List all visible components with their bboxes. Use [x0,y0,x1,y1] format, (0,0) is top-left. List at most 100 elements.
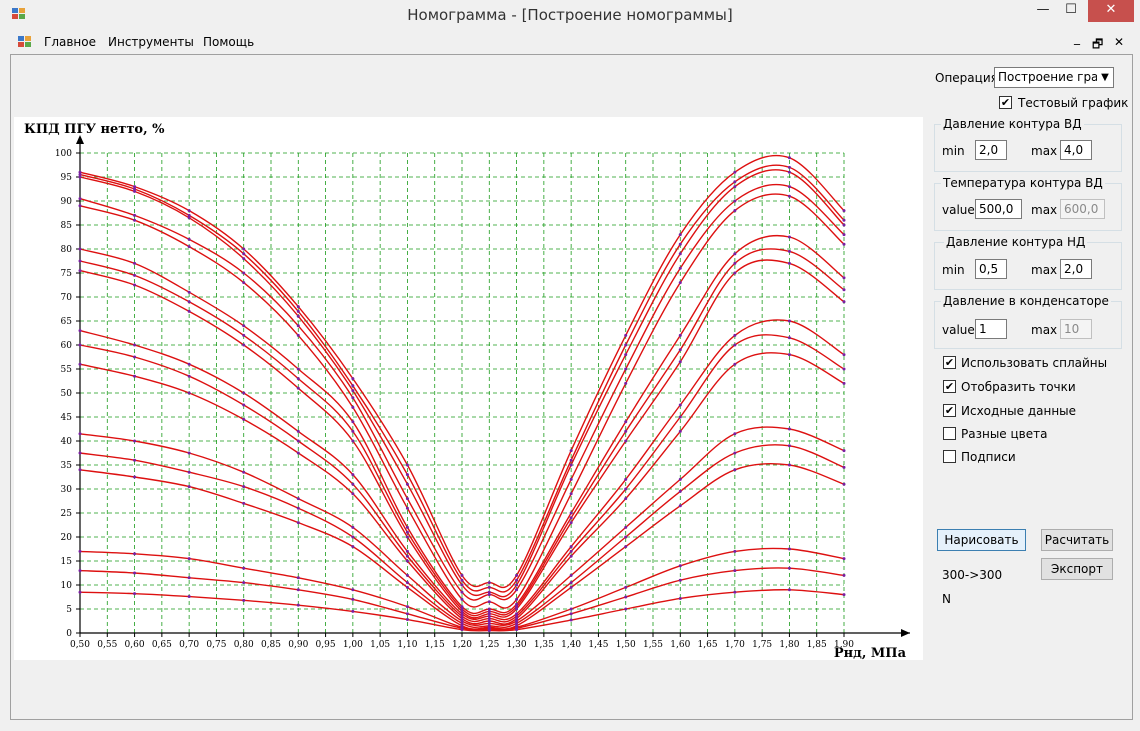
mdi-minimize-button[interactable]: _ [1074,31,1080,45]
status-text-n: N [942,592,951,606]
lp-pressure-title: Давление контура НД [944,235,1088,249]
mdi-close-button[interactable]: ✕ [1114,35,1124,49]
data-point [787,194,791,198]
data-point [624,420,628,424]
data-point [405,581,409,585]
grid-layer [80,152,845,633]
data-point [351,405,355,409]
hp-temperature-group: Температура контура ВД value 500,0 max 6… [934,176,1122,231]
hp-temp-value-input[interactable]: 500,0 [975,199,1022,219]
data-point [78,329,82,333]
data-point [787,547,791,551]
calculate-button[interactable]: Расчитать [1041,529,1113,551]
source-data-checkbox[interactable]: ✔ [943,404,956,417]
data-point [624,487,628,491]
menu-bar: Главное Инструменты Помощь _ 🗗 ✕ [10,31,1132,53]
data-point [515,607,519,611]
data-point [351,439,355,443]
data-point [624,477,628,481]
condenser-value-input[interactable]: 1 [975,319,1007,339]
hp-temp-max-input: 600,0 [1060,199,1105,219]
data-point [187,470,191,474]
test-graph-checkbox[interactable]: ✔ [999,96,1012,109]
chevron-down-icon[interactable]: ▼ [1097,68,1113,87]
hp-min-input[interactable]: 2,0 [975,140,1007,160]
data-point [405,497,409,501]
data-point [569,449,573,453]
data-point [78,259,82,263]
data-point [133,213,137,217]
data-point [624,595,628,599]
data-point [515,578,519,582]
data-point [296,497,300,501]
data-point [133,475,137,479]
data-point [678,252,682,256]
condenser-pressure-group: Давление в конденсаторе value 1 max 10 [934,294,1122,349]
mdi-child-icon[interactable] [18,36,32,48]
data-point [624,343,628,347]
data-point [187,216,191,220]
data-point [242,403,246,407]
data-point [78,362,82,366]
lp-pressure-group: Давление контура НД min 0,5 max 2,0 [934,235,1122,290]
hp-max-input[interactable]: 4,0 [1060,140,1092,160]
x-tick-label: 1,40 [561,640,581,650]
data-point [133,458,137,462]
data-point [460,628,464,632]
x-tick-label: 1,60 [670,640,690,650]
operation-select[interactable]: Построение график ▼ [994,67,1114,88]
data-point [351,384,355,388]
use-splines-checkbox[interactable]: ✔ [943,356,956,369]
different-colors-checkbox[interactable] [943,427,956,440]
data-point [842,353,846,357]
operation-label: Операция [935,71,998,85]
data-point [405,530,409,534]
menu-tools[interactable]: Инструменты [108,35,194,49]
y-tick-label: 45 [61,413,73,423]
menu-help[interactable]: Помощь [203,35,254,49]
data-point [487,629,491,633]
data-point [733,252,737,256]
hp-temp-value-label: value [942,203,975,217]
close-button[interactable]: ✕ [1088,0,1134,22]
menu-main[interactable]: Главное [44,35,96,49]
maximize-button[interactable]: ☐ [1054,0,1088,22]
condenser-max-label: max [1031,323,1058,337]
data-point [296,603,300,607]
data-point [133,571,137,575]
data-point [842,557,846,561]
y-tick-label: 50 [61,389,73,399]
data-point [487,581,491,585]
lp-min-input[interactable]: 0,5 [975,259,1007,279]
hp-min-label: min [942,144,965,158]
data-point [733,271,737,275]
data-point [787,261,791,265]
x-tick-label: 1,25 [479,640,499,650]
data-point [569,607,573,611]
data-point [242,566,246,570]
data-point [733,199,737,203]
export-button[interactable]: Экспорт [1041,558,1113,580]
data-point [351,396,355,400]
data-point [678,233,682,237]
data-point [296,314,300,318]
mdi-restore-button[interactable]: 🗗 [1092,35,1103,56]
data-point [678,489,682,493]
lp-max-input[interactable]: 2,0 [1060,259,1092,279]
data-point [569,521,573,525]
data-point [351,597,355,601]
check-icon: ✔ [944,404,955,417]
data-point [296,451,300,455]
data-point [133,261,137,265]
data-point [242,333,246,337]
data-point [787,588,791,592]
y-tick-label: 20 [61,533,73,543]
captions-label: Подписи [961,450,1016,464]
captions-checkbox[interactable] [943,450,956,463]
data-point [296,386,300,390]
data-point [296,333,300,337]
data-point [242,598,246,602]
data-point [78,590,82,594]
draw-button[interactable]: Нарисовать [937,529,1026,551]
show-points-checkbox[interactable]: ✔ [943,380,956,393]
